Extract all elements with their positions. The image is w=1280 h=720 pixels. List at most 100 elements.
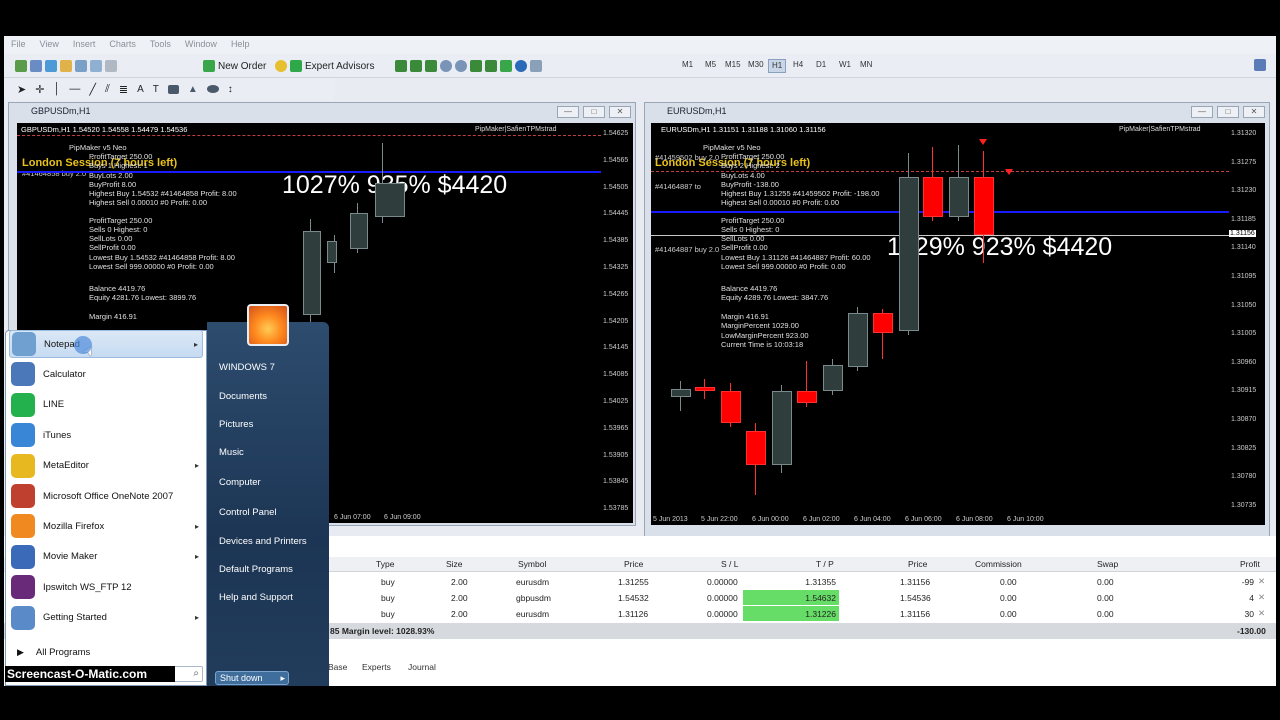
arrows-icon[interactable]: ↕: [228, 84, 233, 95]
candlestick-icon[interactable]: [410, 60, 422, 72]
col-tp[interactable]: T / P: [816, 559, 834, 569]
menu-help[interactable]: Help: [224, 36, 257, 54]
start-item-calculator[interactable]: Calculator: [9, 360, 203, 388]
tab-experts[interactable]: Experts: [362, 662, 391, 672]
price-axis-eurusd: 1.31320 1.31275 1.31230 1.31185 1.31140 1.310…: [1229, 123, 1265, 515]
tf-w1[interactable]: W1: [836, 59, 854, 73]
menu-tools[interactable]: Tools: [143, 36, 178, 54]
text-label-icon[interactable]: T: [153, 84, 159, 95]
shutdown-button[interactable]: Shut down ▸: [215, 671, 289, 685]
market-watch-icon[interactable]: [45, 60, 57, 72]
line-chart-icon[interactable]: [425, 60, 437, 72]
maximize-button[interactable]: □: [583, 106, 605, 118]
expert-advisors-button[interactable]: Expert Advisors: [272, 57, 377, 75]
start-item-onenote[interactable]: Microsoft Office OneNote 2007: [9, 482, 203, 510]
bar-chart-icon[interactable]: [395, 60, 407, 72]
zoom-chart-icon[interactable]: [105, 60, 117, 72]
horizontal-line-icon[interactable]: —: [69, 83, 80, 95]
zoom-in-icon[interactable]: [440, 60, 452, 72]
start-item-ws-ftp[interactable]: Ipswitch WS_FTP 12: [9, 573, 203, 601]
minimize-button[interactable]: —: [557, 106, 579, 118]
col-profit[interactable]: Profit: [1240, 559, 1260, 569]
tf-m30[interactable]: M30: [745, 59, 767, 73]
start-place-6[interactable]: Devices and Printers: [219, 536, 307, 547]
templates-icon[interactable]: [530, 60, 542, 72]
start-item-line[interactable]: LINE: [9, 391, 203, 419]
indicators-icon[interactable]: [500, 60, 512, 72]
trendline-icon[interactable]: ╱: [89, 83, 96, 96]
close-button[interactable]: ✕: [1243, 106, 1265, 118]
menu-charts[interactable]: Charts: [102, 36, 143, 54]
tf-d1[interactable]: D1: [813, 59, 829, 73]
menu-view[interactable]: View: [33, 36, 66, 54]
profiles-icon[interactable]: [30, 60, 42, 72]
tf-m5[interactable]: M5: [702, 59, 719, 73]
tab-base[interactable]: Base: [328, 662, 347, 672]
start-place-1[interactable]: Documents: [219, 391, 267, 402]
tf-h4[interactable]: H4: [790, 59, 806, 73]
col-sl[interactable]: S / L: [721, 559, 738, 569]
rectangle-icon[interactable]: [167, 84, 179, 94]
start-item-movie-maker[interactable]: Movie Maker ▸: [9, 543, 203, 571]
start-place-0[interactable]: WINDOWS 7: [219, 362, 275, 373]
col-swap[interactable]: Swap: [1097, 559, 1118, 569]
cursor-icon[interactable]: ➤: [17, 83, 26, 96]
menu-window[interactable]: Window: [178, 36, 224, 54]
user-picture-icon[interactable]: [247, 304, 289, 346]
zoom-out-icon[interactable]: [455, 60, 467, 72]
start-item-metaeditor[interactable]: MetaEditor ▸: [9, 452, 203, 480]
menu-file[interactable]: File: [4, 36, 33, 54]
maximize-button[interactable]: □: [1217, 106, 1239, 118]
new-chart-icon[interactable]: [15, 60, 27, 72]
tester-icon[interactable]: [90, 60, 102, 72]
start-place-7[interactable]: Default Programs: [219, 564, 293, 575]
chart-window-eurusd[interactable]: EURUSDm,H1 — □ ✕ EURUSDm,H1 1.31151 1.31…: [644, 102, 1270, 560]
tf-h1[interactable]: H1: [768, 59, 787, 73]
col-type[interactable]: Type: [376, 559, 394, 569]
menu-insert[interactable]: Insert: [66, 36, 103, 54]
col-symbol[interactable]: Symbol: [518, 559, 546, 569]
start-place-4[interactable]: Computer: [219, 477, 261, 488]
all-programs-button[interactable]: ▶ All Programs: [9, 638, 203, 666]
tf-mn[interactable]: MN: [857, 59, 875, 73]
col-price-current[interactable]: Price: [908, 559, 927, 569]
close-order-icon[interactable]: ✕: [1258, 608, 1265, 619]
tf-m15[interactable]: M15: [722, 59, 744, 73]
shutdown-arrow-icon[interactable]: ▸: [280, 672, 288, 684]
start-place-3[interactable]: Music: [219, 447, 244, 458]
terminal-icon[interactable]: [75, 60, 87, 72]
tab-journal[interactable]: Journal: [408, 662, 436, 672]
crosshair-icon[interactable]: ✛: [35, 83, 44, 96]
stat-line: Buys 1 Highest: 1: [89, 161, 148, 170]
col-commission[interactable]: Commission: [975, 559, 1022, 569]
new-order-button[interactable]: New Order: [200, 57, 269, 75]
navigator-icon[interactable]: [60, 60, 72, 72]
tf-m1[interactable]: M1: [679, 59, 696, 73]
start-item-itunes[interactable]: iTunes: [9, 421, 203, 449]
channel-icon[interactable]: ⫽: [105, 83, 110, 96]
text-icon[interactable]: A: [137, 84, 144, 95]
col-size[interactable]: Size: [446, 559, 463, 569]
chart-shift-icon[interactable]: [485, 60, 497, 72]
start-place-8[interactable]: Help and Support: [219, 592, 293, 603]
periods-icon[interactable]: [515, 60, 527, 72]
close-button[interactable]: ✕: [609, 106, 631, 118]
restore-icon[interactable]: [1254, 59, 1266, 71]
auto-scroll-icon[interactable]: [470, 60, 482, 72]
col-price[interactable]: Price: [624, 559, 643, 569]
ellipse-icon[interactable]: [206, 85, 219, 93]
start-item-firefox[interactable]: Mozilla Firefox ▸: [9, 512, 203, 540]
triangle-icon[interactable]: ▲: [188, 84, 198, 95]
close-order-icon[interactable]: ✕: [1258, 592, 1265, 603]
vertical-line-icon[interactable]: │: [53, 83, 60, 95]
stat-line: BuyProfit 8.00: [89, 180, 137, 189]
start-place-2[interactable]: Pictures: [219, 419, 253, 430]
fibonacci-icon[interactable]: ≣: [119, 83, 128, 96]
table-cell: 30: [1244, 609, 1254, 619]
start-item-getting-started[interactable]: Getting Started ▸: [9, 604, 203, 632]
minimize-button[interactable]: —: [1191, 106, 1213, 118]
chart-plot-eurusd[interactable]: EURUSDm,H1 1.31151 1.31188 1.31060 1.311…: [651, 123, 1229, 515]
start-item-notepad[interactable]: Notepad ▸: [9, 330, 203, 358]
close-order-icon[interactable]: ✕: [1258, 576, 1265, 587]
start-place-5[interactable]: Control Panel: [219, 507, 277, 518]
